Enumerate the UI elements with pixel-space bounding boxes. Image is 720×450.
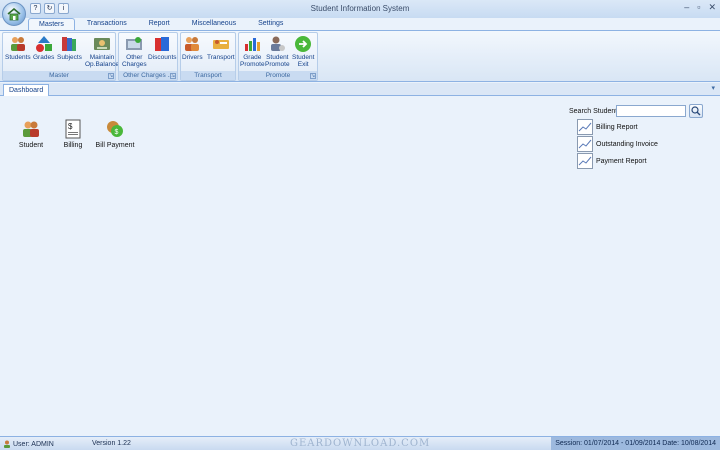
title-bar: ? ↻ i Student Information System – ▫ ✕ — [0, 0, 720, 18]
balance-icon — [93, 38, 110, 50]
report-chart-icon — [577, 136, 593, 152]
ribbon-tabs: Masters Transactions Report Miscellaneou… — [28, 18, 295, 30]
search-icon — [691, 106, 701, 116]
app-menu-button[interactable] — [2, 2, 26, 26]
students-button[interactable]: Students — [5, 35, 31, 61]
report-chart-icon — [577, 153, 593, 169]
master-dialog-launcher[interactable]: ↘ — [108, 73, 114, 79]
student-exit-button[interactable]: Student Exit — [292, 35, 314, 68]
student-promote-icon — [271, 36, 286, 51]
billing-icon: $ — [65, 119, 81, 139]
report-billing[interactable]: Billing Report — [577, 119, 638, 135]
tab-report[interactable]: Report — [139, 18, 180, 30]
group-master: Students Grades Subjects Maintain Op.Bal… — [2, 32, 119, 81]
tab-settings[interactable]: Settings — [248, 18, 293, 30]
bill-payment-icon: $ — [107, 121, 123, 137]
exit-arrow-icon — [295, 36, 312, 52]
status-version: Version 1.22 — [92, 440, 131, 447]
close-button[interactable]: ✕ — [708, 2, 716, 13]
search-student-label: Search Student — [569, 108, 618, 115]
window-controls: – ▫ ✕ — [684, 2, 716, 13]
dashboard-bill-payment[interactable]: $ Bill Payment — [95, 119, 135, 149]
subjects-icon — [62, 37, 77, 51]
search-button[interactable] — [689, 104, 703, 118]
status-user: User: ADMIN — [3, 440, 54, 448]
group-transport: Drivers Transport Transport — [180, 32, 236, 81]
student-promote-button[interactable]: Student Promote — [265, 35, 290, 68]
report-chart-icon — [577, 119, 593, 135]
svg-text:$: $ — [115, 129, 119, 136]
status-bar: User: ADMIN Version 1.22 GEARDOWNLOAD.CO… — [0, 436, 720, 450]
grades-icon — [35, 36, 52, 52]
tab-miscellaneous[interactable]: Miscellaneous — [182, 18, 246, 30]
maximize-button[interactable]: ▫ — [697, 2, 700, 13]
status-user-text: User: ADMIN — [13, 440, 54, 448]
window-title: Student Information System — [310, 4, 410, 13]
report-outstanding-invoice[interactable]: Outstanding Invoice — [577, 136, 658, 152]
drivers-icon — [185, 37, 200, 51]
group-other-charges: Other Charges Discounts Other Charges ..… — [118, 32, 178, 81]
dashboard-student[interactable]: Student — [11, 119, 51, 149]
discounts-button[interactable]: Discounts — [148, 35, 177, 61]
grade-promote-button[interactable]: Grade Promote — [240, 35, 265, 68]
tab-dashboard[interactable]: Dashboard — [3, 84, 50, 96]
group-label-master: Master — [3, 71, 115, 80]
ribbon: Students Grades Subjects Maintain Op.Bal… — [0, 30, 720, 82]
other-charges-button[interactable]: Other Charges — [122, 35, 147, 68]
promote-dialog-launcher[interactable]: ↘ — [310, 73, 316, 79]
transport-button[interactable]: Transport — [207, 35, 235, 61]
watermark: GEARDOWNLOAD.COM — [290, 438, 431, 449]
other-charges-dialog-launcher[interactable]: ↘ — [170, 73, 176, 79]
svg-text:$: $ — [68, 122, 73, 131]
drivers-button[interactable]: Drivers — [182, 35, 203, 61]
group-label-other-charges: Other Charges ... — [119, 71, 177, 80]
document-tab-strip: Dashboard ▾ — [0, 83, 720, 96]
search-student-input[interactable] — [616, 105, 686, 117]
report-payment[interactable]: Payment Report — [577, 153, 647, 169]
group-label-promote: Promote — [239, 71, 317, 80]
other-charges-icon — [126, 37, 143, 50]
tab-dropdown-icon[interactable]: ▾ — [711, 84, 715, 92]
transport-icon — [212, 40, 229, 49]
subjects-button[interactable]: Subjects — [57, 35, 82, 61]
minimize-button[interactable]: – — [684, 2, 689, 13]
dashboard-panel: Student $ Billing $ Bill Payment Search … — [0, 96, 720, 435]
tab-masters[interactable]: Masters — [28, 18, 75, 30]
status-session: Session: 01/07/2014 - 01/09/2014 Date: 1… — [551, 437, 720, 450]
maintain-opbalance-button[interactable]: Maintain Op.Balance — [85, 35, 119, 68]
group-label-transport: Transport — [181, 71, 235, 80]
dashboard-billing[interactable]: $ Billing — [53, 119, 93, 149]
home-icon — [7, 7, 21, 20]
user-icon — [4, 440, 10, 448]
grade-promote-icon — [245, 38, 261, 51]
grades-button[interactable]: Grades — [33, 35, 54, 61]
tab-transactions[interactable]: Transactions — [77, 18, 137, 30]
student-icon — [23, 121, 39, 137]
group-promote: Grade Promote Student Promote Student Ex… — [238, 32, 318, 81]
students-icon — [10, 37, 25, 51]
discounts-icon — [155, 37, 170, 51]
